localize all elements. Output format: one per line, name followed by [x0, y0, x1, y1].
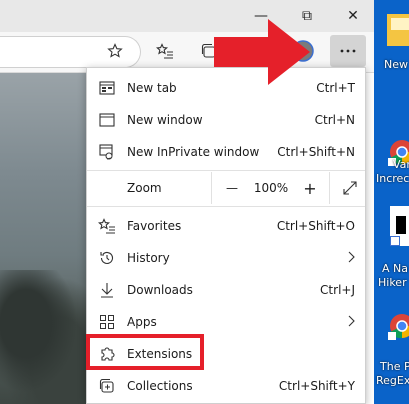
plus-icon: +: [303, 178, 317, 198]
desktop-icon-label: Increc: [376, 172, 409, 185]
menu-item-new-inprivate-window[interactable]: New InPrivate window Ctrl+Shift+N: [87, 136, 365, 168]
zoom-divider: [211, 172, 212, 204]
close-button[interactable]: ✕: [330, 0, 376, 32]
fullscreen-icon: [343, 181, 357, 195]
menu-item-label: Collections: [127, 379, 193, 393]
favorites-list-icon: [156, 43, 173, 59]
chevron-right-icon: [347, 251, 365, 266]
fullscreen-button[interactable]: [337, 172, 363, 204]
menu-item-history[interactable]: History: [87, 242, 365, 274]
desktop-icon-label: RegEx: [376, 374, 409, 387]
chevron-right-icon: [347, 315, 365, 330]
minus-icon: —: [226, 181, 238, 195]
chrome-icon: [388, 314, 409, 340]
zoom-divider: [329, 172, 330, 204]
star-outline-icon: [107, 43, 123, 58]
file-shortcut-icon[interactable]: [390, 206, 409, 246]
download-icon: [87, 282, 127, 298]
new-tab-icon: [87, 81, 127, 95]
desktop-icon-label: A Na: [382, 262, 408, 275]
history-icon: [87, 250, 127, 266]
menu-item-favorites[interactable]: Favorites Ctrl+Shift+O: [87, 210, 365, 242]
menu-item-label: History: [127, 251, 170, 265]
menu-item-shortcut: Ctrl+T: [316, 81, 355, 95]
annotation-highlight-box: [86, 334, 204, 370]
menu-item-label: Apps: [127, 315, 157, 329]
new-window-icon: [87, 113, 127, 127]
favorites-button[interactable]: [150, 36, 180, 66]
menu-item-label: New window: [127, 113, 203, 127]
desktop-icon-label: Hiker: [378, 276, 407, 289]
menu-item-collections[interactable]: Collections Ctrl+Shift+Y: [87, 370, 365, 402]
annotation-arrow-icon: [214, 19, 310, 85]
menu-item-shortcut: Ctrl+Shift+O: [276, 219, 355, 233]
palm-tree-silhouette: [0, 270, 86, 404]
menu-item-shortcut: Ctrl+Shift+Y: [278, 379, 355, 393]
zoom-level: 100%: [253, 181, 289, 195]
add-favorite-button[interactable]: [100, 36, 130, 66]
file-thumbnail: [396, 216, 406, 234]
menu-item-label: New InPrivate window: [127, 145, 260, 159]
zoom-out-button[interactable]: —: [217, 172, 247, 204]
close-icon: ✕: [347, 8, 359, 24]
settings-and-more-button[interactable]: [330, 35, 366, 67]
ellipsis-icon: [340, 49, 356, 53]
menu-item-label: Favorites: [127, 219, 182, 233]
desktop-icon-label: The P: [380, 360, 409, 373]
inprivate-icon: [87, 144, 127, 160]
chrome-shortcut-icon-2[interactable]: [388, 312, 409, 346]
zoom-row: Zoom — 100% +: [87, 172, 365, 204]
shortcut-arrow-icon: [390, 236, 400, 246]
menu-separator: [87, 170, 365, 171]
menu-item-new-window[interactable]: New window Ctrl+N: [87, 104, 365, 136]
menu-item-shortcut: Ctrl+J: [320, 283, 355, 297]
menu-separator: [87, 206, 365, 207]
menu-item-shortcut: Ctrl+Shift+N: [277, 145, 355, 159]
desktop-icon-label: New: [384, 58, 408, 71]
menu-item-label: Downloads: [127, 283, 193, 297]
zoom-in-button[interactable]: +: [295, 172, 325, 204]
apps-icon: [87, 314, 127, 330]
desktop-icon-label: Var: [393, 158, 409, 171]
zoom-label: Zoom: [127, 181, 162, 195]
collections-icon: [87, 378, 127, 394]
file-icon: [387, 14, 409, 46]
menu-item-downloads[interactable]: Downloads Ctrl+J: [87, 274, 365, 306]
menu-item-shortcut: Ctrl+N: [314, 113, 355, 127]
folder-shortcut-icon[interactable]: [385, 12, 409, 48]
favorites-icon: [87, 218, 127, 234]
